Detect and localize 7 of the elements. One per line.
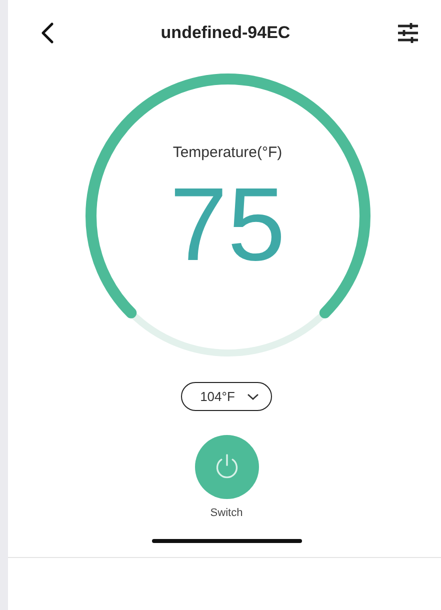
setpoint-dropdown[interactable]: 104°F (181, 382, 272, 411)
power-icon (214, 453, 240, 481)
settings-icon[interactable] (397, 22, 419, 44)
power-label: Switch (210, 507, 243, 519)
page-title: undefined-94EC (160, 23, 290, 43)
chevron-down-icon (246, 392, 259, 400)
back-icon[interactable] (40, 22, 54, 44)
